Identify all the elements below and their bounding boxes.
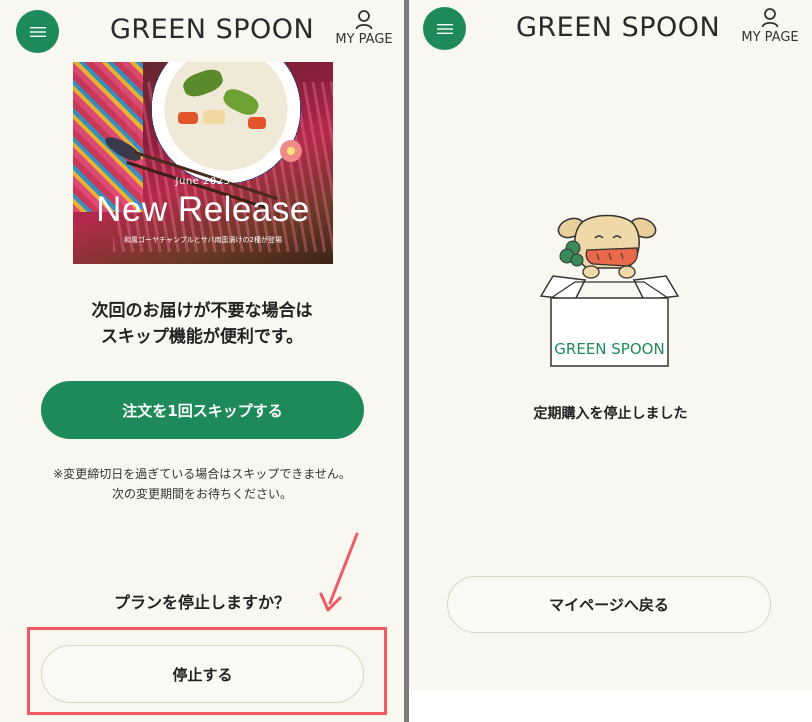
skip-order-button[interactable]: 注文を1回スキップする: [41, 381, 364, 439]
header: GREEN SPOON MY PAGE: [409, 0, 812, 62]
menu-button[interactable]: [423, 7, 466, 50]
dog-in-box-illustration: GREEN SPOON: [539, 214, 680, 367]
logo[interactable]: GREEN SPOON: [110, 14, 314, 45]
back-to-mypage-button[interactable]: マイページへ戻る: [447, 576, 771, 633]
mypage-link[interactable]: MY PAGE: [333, 10, 395, 47]
stop-complete-screen: GREEN SPOON MY PAGE GREEN SPOON 定期購入を停止し…: [409, 0, 812, 722]
header: GREEN SPOON MY PAGE: [0, 0, 404, 62]
banner-food: [178, 112, 198, 124]
banner-title: New Release: [96, 190, 310, 229]
new-release-banner[interactable]: June 2025 New Release 和風ゴーヤチャンプルとサバ南蛮漬けの…: [73, 62, 333, 264]
user-icon: [761, 8, 779, 28]
stop-plan-screen: GREEN SPOON MY PAGE June 2025 New Releas…: [0, 0, 404, 722]
mypage-label: MY PAGE: [741, 30, 799, 45]
note-line: ※変更締切日を過ぎている場合はスキップできません。: [53, 467, 351, 481]
stop-button[interactable]: 停止する: [41, 645, 364, 703]
bottom-area: [409, 690, 812, 722]
menu-button[interactable]: [16, 10, 59, 53]
note-line: 次の変更期間をお待ちください。: [111, 487, 292, 501]
headline-line: 次回のお届けが不要な場合は: [91, 301, 313, 321]
stop-complete-message: 定期購入を停止しました: [533, 406, 688, 422]
user-icon: [355, 10, 373, 30]
skip-note: ※変更締切日を過ぎている場合はスキップできません。 次の変更期間をお待ちください…: [0, 464, 404, 504]
menu-icon: [436, 23, 453, 34]
headline-line: スキップ機能が便利です。: [100, 327, 304, 347]
banner-flower: [280, 140, 302, 162]
mypage-link[interactable]: MY PAGE: [739, 8, 801, 45]
banner-date: June 2025: [175, 176, 231, 187]
box-logo-text: GREEN SPOON: [554, 340, 664, 358]
banner-food: [248, 117, 266, 129]
logo[interactable]: GREEN SPOON: [516, 12, 720, 43]
banner-caption: 和風ゴーヤチャンプルとサバ南蛮漬けの2種が登場: [124, 236, 282, 244]
stop-question: プランを停止しますか？: [113, 593, 290, 612]
mypage-label: MY PAGE: [335, 32, 393, 47]
banner-food: [203, 110, 225, 124]
skip-headline: 次回のお届けが不要な場合は スキップ機能が便利です。: [0, 298, 404, 350]
menu-icon: [29, 26, 46, 37]
